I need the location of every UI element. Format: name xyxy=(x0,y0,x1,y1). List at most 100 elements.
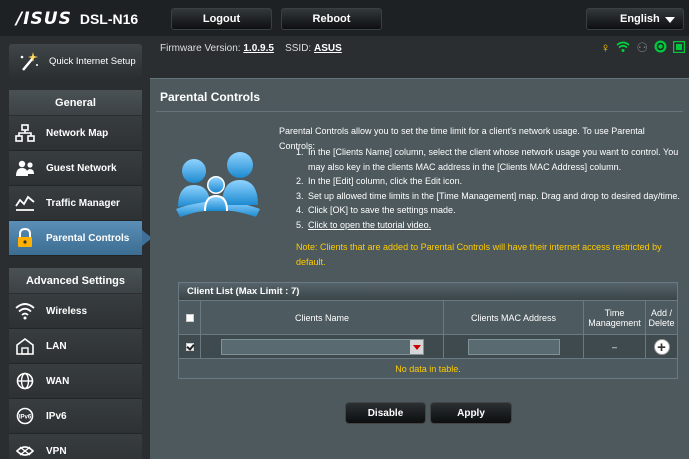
ssid-label: SSID: xyxy=(285,43,312,54)
general-menu: General Network Map Guest Network Traffi… xyxy=(9,90,152,256)
sidebar-item-label: LAN xyxy=(46,340,67,352)
table-header-row: Clients Name Clients MAC Address Time Ma… xyxy=(178,301,678,334)
sidebar-item-parental-controls[interactable]: Parental Controls xyxy=(9,221,152,256)
row-checkbox-cell xyxy=(179,335,201,358)
step-number: 5. xyxy=(296,219,304,230)
step-text: Set up allowed time limits in the [Time … xyxy=(308,190,680,201)
usb-icon[interactable]: ♀ xyxy=(601,41,611,55)
family-illustration-icon xyxy=(172,149,264,225)
firmware-info: Firmware Version: 1.0.9.5 SSID: ASUS xyxy=(160,43,342,54)
step-text: In the [Clients Name] column, select the… xyxy=(308,147,679,172)
sidebar-item-vpn[interactable]: VPN xyxy=(9,434,142,459)
vpn-icon xyxy=(14,440,36,459)
lan-icon xyxy=(14,335,36,357)
table-title: Client List (Max Limit : 7) xyxy=(178,282,678,301)
language-dropdown[interactable]: English xyxy=(586,8,684,30)
status-icons: ♀ ⚇ xyxy=(601,40,686,56)
main-panel: Parental Controls Parental Controls allo… xyxy=(150,78,689,459)
instruction-list: 1. In the [Clients Name] column, select t… xyxy=(296,145,681,232)
column-header-add-delete: Add / Delete xyxy=(648,307,675,328)
advanced-menu: Advanced Settings Wireless LAN WAN IPv6 … xyxy=(9,268,142,459)
language-label: English xyxy=(620,13,660,25)
add-delete-cell: + xyxy=(646,335,677,358)
sidebar-item-label: Guest Network xyxy=(46,162,117,174)
quick-setup-label: Quick Internet Setup xyxy=(49,56,136,67)
top-bar: /ISUS DSL-N16 Logout Reboot English xyxy=(0,0,689,36)
page-title: Parental Controls xyxy=(160,90,261,104)
title-divider xyxy=(156,111,683,112)
sidebar-item-wan[interactable]: WAN xyxy=(9,364,142,399)
sidebar-item-wireless[interactable]: Wireless xyxy=(9,294,142,329)
header-checkbox-cell xyxy=(179,301,201,334)
add-icon[interactable]: + xyxy=(653,338,670,355)
app-icon[interactable] xyxy=(672,40,686,56)
sidebar-item-label: Wireless xyxy=(46,305,88,317)
list-item: 2. In the [Edit] column, click the Edit i… xyxy=(296,174,681,189)
wireless-icon xyxy=(14,300,36,322)
advanced-heading: Advanced Settings xyxy=(9,268,142,294)
sidebar-item-traffic-manager[interactable]: Traffic Manager xyxy=(9,186,142,221)
firmware-label: Firmware Version: xyxy=(160,43,241,54)
select-all-checkbox[interactable] xyxy=(185,313,194,322)
brand-logo: /ISUS xyxy=(16,9,72,29)
network-map-icon xyxy=(14,122,36,144)
asus-logo: /ISUS DSL-N16 xyxy=(16,9,138,29)
client-name-cell xyxy=(201,335,444,358)
ipv6-icon: IPv6 xyxy=(14,405,36,427)
client-list-table: Client List (Max Limit : 7) Clients Name… xyxy=(178,282,678,379)
list-item: 1. In the [Clients Name] column, select t… xyxy=(296,145,681,174)
sidebar-item-label: WAN xyxy=(46,375,70,387)
parental-controls-icon xyxy=(14,227,36,249)
quick-internet-setup-button[interactable]: Quick Internet Setup xyxy=(9,44,142,79)
sidebar-item-label: Network Map xyxy=(46,127,109,139)
sidebar-item-ipv6[interactable]: IPv6 IPv6 xyxy=(9,399,142,434)
list-item: 3. Set up allowed time limits in the [Tim… xyxy=(296,189,681,204)
logout-button[interactable]: Logout xyxy=(171,8,272,30)
sidebar-item-label: Traffic Manager xyxy=(46,197,120,209)
sidebar-item-label: IPv6 xyxy=(46,410,67,422)
column-header-clients-name: Clients Name xyxy=(201,301,444,334)
sidebar-item-label: Parental Controls xyxy=(46,232,130,244)
wan-icon xyxy=(14,370,36,392)
table-input-row: – + xyxy=(178,334,678,359)
step-number: 3. xyxy=(296,190,304,201)
mac-address-input[interactable] xyxy=(467,338,560,355)
firmware-version-link[interactable]: 1.0.9.5 xyxy=(243,43,274,54)
step-text: In the [Edit] column, click the Edit ico… xyxy=(308,176,463,186)
empty-table-message: No data in table. xyxy=(178,359,678,379)
mac-address-cell xyxy=(444,335,584,358)
sidebar-item-label: VPN xyxy=(46,445,67,457)
sidebar-item-network-map[interactable]: Network Map xyxy=(9,116,142,151)
users-icon[interactable]: ⚇ xyxy=(636,41,648,55)
list-item: 5. Click to open the tutorial video. xyxy=(296,218,681,233)
column-header-time-management: Time Management xyxy=(584,301,646,334)
column-header-mac-address: Clients MAC Address xyxy=(444,301,584,334)
step-number: 1. xyxy=(296,147,304,157)
traffic-manager-icon xyxy=(14,192,36,214)
list-item: 4. Click [OK] to save the settings made. xyxy=(296,203,681,218)
warning-note: Note: Clients that are added to Parental… xyxy=(296,242,662,267)
step-text: Click [OK] to save the settings made. xyxy=(308,205,456,215)
disable-button[interactable]: Disable xyxy=(345,402,426,424)
client-name-select[interactable] xyxy=(220,338,424,355)
tutorial-video-link[interactable]: Click to open the tutorial video. xyxy=(308,218,431,233)
reboot-button[interactable]: Reboot xyxy=(281,8,382,30)
magic-wand-icon xyxy=(17,50,41,74)
chevron-down-icon[interactable] xyxy=(409,339,423,354)
step-number: 4. xyxy=(296,205,304,215)
wifi-icon[interactable] xyxy=(616,41,630,56)
chevron-down-icon xyxy=(665,17,675,23)
sidebar-item-lan[interactable]: LAN xyxy=(9,329,142,364)
time-management-cell: – xyxy=(584,335,646,358)
general-heading: General xyxy=(9,90,142,116)
guest-network-icon xyxy=(14,157,36,179)
firmware-bar: Firmware Version: 1.0.9.5 SSID: ASUS ♀ ⚇ xyxy=(150,36,689,76)
svg-text:IPv6: IPv6 xyxy=(19,415,32,421)
internet-icon[interactable] xyxy=(654,40,667,56)
model-name: DSL-N16 xyxy=(79,11,139,27)
step-number: 2. xyxy=(296,176,304,186)
sidebar-item-guest-network[interactable]: Guest Network xyxy=(9,151,142,186)
enable-checkbox[interactable] xyxy=(185,342,194,351)
apply-button[interactable]: Apply xyxy=(430,402,512,424)
ssid-link[interactable]: ASUS xyxy=(314,43,342,54)
